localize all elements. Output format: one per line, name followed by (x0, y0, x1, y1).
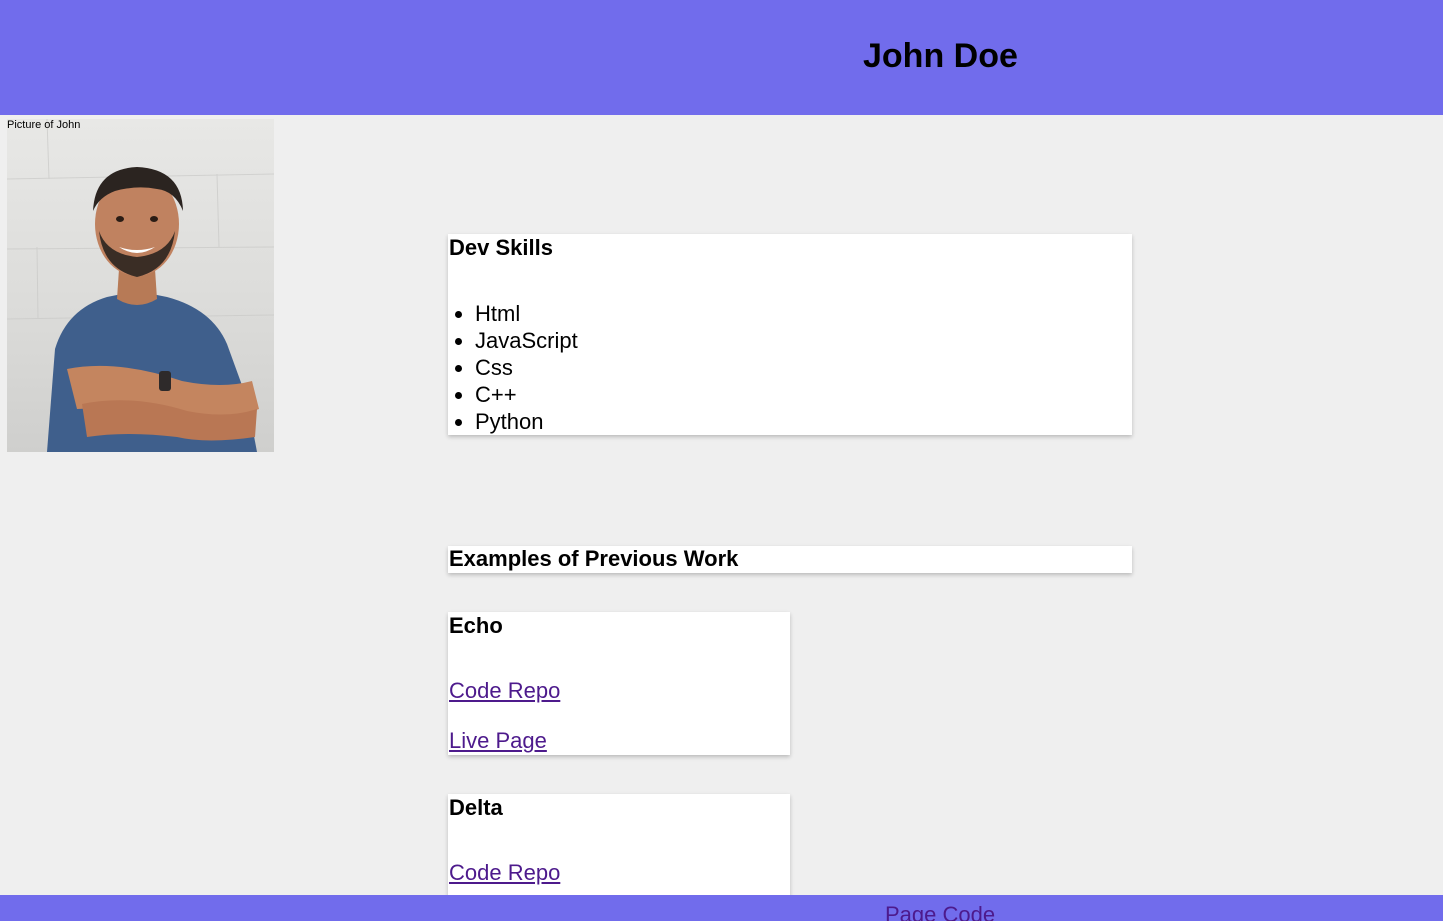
page-footer: Page Code (0, 895, 1443, 921)
person-portrait (7, 119, 274, 452)
dev-skills-card: Dev Skills Html JavaScript Css C++ Pytho… (448, 234, 1132, 435)
page-title: John Doe (863, 37, 1018, 75)
skills-list: Html JavaScript Css C++ Python (448, 300, 578, 435)
profile-photo: Picture of John (7, 119, 274, 452)
page-header: John Doe (0, 0, 1443, 115)
photo-alt-text: Picture of John (7, 119, 81, 131)
previous-work-banner: Examples of Previous Work (448, 546, 1132, 573)
project-card-echo: Echo Code Repo Live Page (448, 612, 790, 755)
list-item: Css (475, 354, 578, 381)
list-item: JavaScript (475, 327, 578, 354)
list-item: Python (475, 408, 578, 435)
live-page-link[interactable]: Live Page (449, 728, 547, 754)
previous-work-heading: Examples of Previous Work (449, 546, 739, 571)
project-name: Delta (449, 795, 503, 820)
project-name: Echo (449, 613, 503, 638)
list-item: C++ (475, 381, 578, 408)
code-repo-link[interactable]: Code Repo (449, 860, 560, 886)
dev-skills-heading: Dev Skills (449, 235, 553, 260)
project-card-delta: Delta Code Repo (448, 794, 790, 904)
page-code-link[interactable]: Page Code (885, 902, 995, 921)
list-item: Html (475, 300, 578, 327)
code-repo-link[interactable]: Code Repo (449, 678, 560, 704)
